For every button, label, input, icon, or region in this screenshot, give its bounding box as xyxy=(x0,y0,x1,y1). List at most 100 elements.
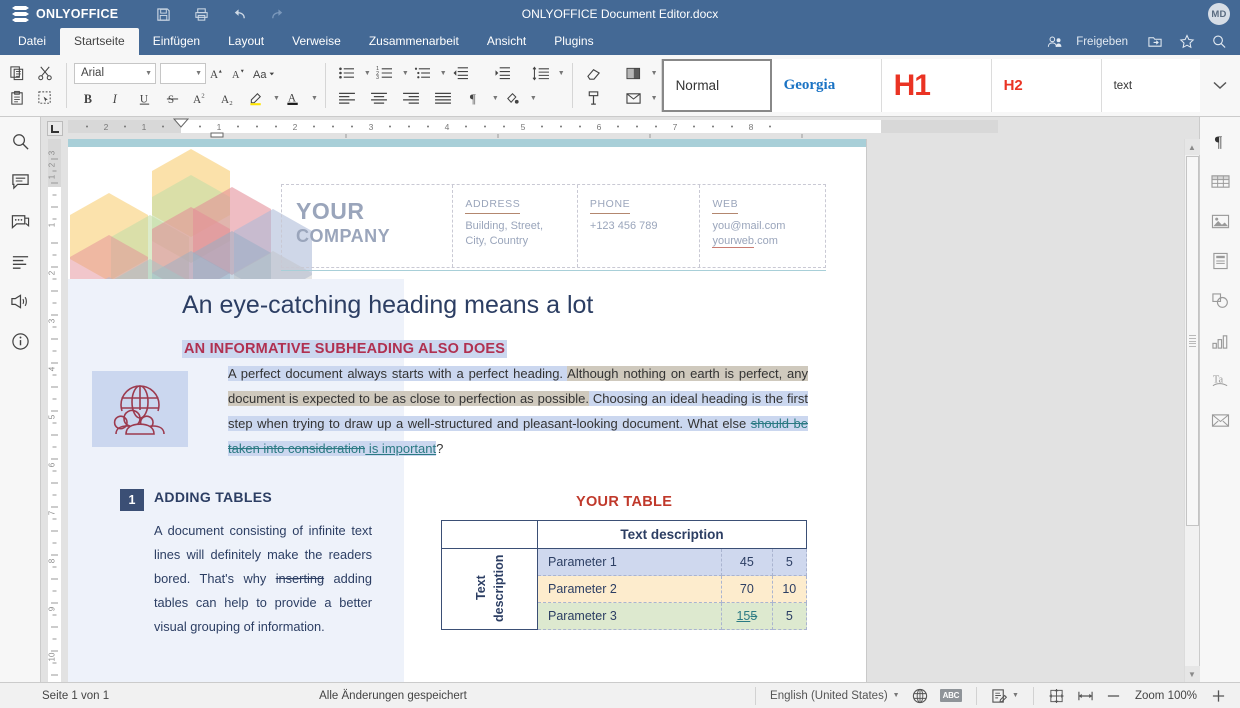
chevron-down-icon[interactable]: ▼ xyxy=(558,70,565,77)
mail-merge-icon[interactable] xyxy=(620,86,648,110)
chevron-down-icon[interactable]: ▼ xyxy=(364,70,371,77)
table-cell-param-1-v2[interactable]: 5 xyxy=(772,549,806,576)
tab-zusammenarbeit[interactable]: Zusammenarbeit xyxy=(355,28,473,55)
bullets-icon[interactable] xyxy=(333,61,361,85)
font-name-combo[interactable]: Arial ▼ xyxy=(74,63,156,84)
justify-icon[interactable] xyxy=(429,86,457,110)
chevron-down-icon[interactable]: ▼ xyxy=(492,95,499,102)
table-cell-param-1-v1[interactable]: 45 xyxy=(722,549,772,576)
sidebar-feedback[interactable] xyxy=(5,287,35,315)
subscript-icon[interactable]: A2 xyxy=(214,86,242,110)
table-cell-param-3-label[interactable]: Parameter 3 xyxy=(538,603,722,630)
document-page[interactable]: YOUR COMPANY ADDRESS Building, Street,Ci… xyxy=(68,139,866,682)
table-cell-param-2-v1[interactable]: 70 xyxy=(722,576,772,603)
chevron-down-icon[interactable]: ▼ xyxy=(273,95,280,102)
increase-font-icon[interactable]: A xyxy=(206,61,228,85)
settings-paragraph[interactable]: ¶ xyxy=(1205,127,1235,155)
table-cell-param-2-label[interactable]: Parameter 2 xyxy=(538,576,722,603)
avatar[interactable]: MD xyxy=(1208,3,1230,25)
page-number-status[interactable]: Seite 1 von 1 xyxy=(42,690,109,702)
cut-icon[interactable] xyxy=(31,61,59,85)
bold-icon[interactable]: B xyxy=(74,86,102,110)
settings-shape[interactable] xyxy=(1205,287,1235,315)
settings-header-footer[interactable] xyxy=(1205,247,1235,275)
save-button[interactable] xyxy=(146,0,180,28)
tab-ansicht[interactable]: Ansicht xyxy=(473,28,540,55)
scroll-down-arrow[interactable]: ▼ xyxy=(1185,666,1200,682)
share-users-icon[interactable] xyxy=(1040,28,1070,55)
table-cell-param-2-v2[interactable]: 10 xyxy=(772,576,806,603)
tab-plugins[interactable]: Plugins xyxy=(540,28,607,55)
sidebar-headings[interactable] xyxy=(5,247,35,275)
document-paragraph[interactable]: A perfect document always starts with a … xyxy=(228,361,808,461)
document-scroll-area[interactable]: YOUR COMPANY ADDRESS Building, Street,Ci… xyxy=(68,139,1184,682)
tab-startseite[interactable]: Startseite xyxy=(60,28,139,55)
format-painter-icon[interactable] xyxy=(31,86,59,110)
superscript-icon[interactable]: A2 xyxy=(186,86,214,110)
shading-icon[interactable] xyxy=(499,86,527,110)
style-text[interactable]: text xyxy=(1102,59,1212,112)
sidebar-about[interactable] xyxy=(5,327,35,355)
zoom-in-button[interactable] xyxy=(1205,683,1240,708)
sidebar-search[interactable] xyxy=(5,127,35,155)
chevron-down-icon[interactable]: ▼ xyxy=(651,95,658,102)
strikethrough-icon[interactable]: S xyxy=(158,86,186,110)
favorite-star-icon[interactable] xyxy=(1172,28,1202,55)
font-size-combo[interactable]: ▼ xyxy=(160,63,206,84)
sidebar-comments[interactable] xyxy=(5,167,35,195)
table-cell-param-3-v2[interactable]: 5 xyxy=(772,603,806,630)
document-subheading[interactable]: AN INFORMATIVE SUBHEADING ALSO DOES xyxy=(182,340,507,358)
print-button[interactable] xyxy=(184,0,218,28)
tab-datei[interactable]: Datei xyxy=(4,28,60,55)
chevron-down-icon[interactable]: ▼ xyxy=(311,95,318,102)
decrease-indent-icon[interactable] xyxy=(447,61,475,85)
settings-table[interactable] xyxy=(1205,167,1235,195)
numbering-icon[interactable]: 123 xyxy=(371,61,399,85)
redo-button[interactable] xyxy=(260,0,294,28)
data-table-title[interactable]: YOUR TABLE xyxy=(576,494,672,510)
settings-chart[interactable] xyxy=(1205,327,1235,355)
sidebar-chat[interactable] xyxy=(5,207,35,235)
table-cell-param-3-v1[interactable]: 155 xyxy=(722,603,772,630)
chevron-down-icon[interactable]: ▼ xyxy=(402,70,409,77)
section-title[interactable]: ADDING TABLES xyxy=(154,489,272,505)
horizontal-ruler[interactable]: 21 1. 23 45 67 8. xyxy=(68,117,1199,139)
open-location-icon[interactable] xyxy=(1140,28,1170,55)
scrollbar-thumb[interactable] xyxy=(1186,156,1199,526)
insert-text-icon[interactable] xyxy=(580,86,608,110)
style-normal[interactable]: Normal xyxy=(662,59,772,112)
clear-style-icon[interactable] xyxy=(580,61,608,85)
increase-indent-icon[interactable] xyxy=(489,61,517,85)
chevron-down-icon[interactable]: ▼ xyxy=(651,70,658,77)
vertical-ruler[interactable]: 3 2 1 1 2 3 4 5 6 7 8 9 10 xyxy=(41,139,68,682)
italic-icon[interactable]: I xyxy=(102,86,130,110)
zoom-level-label[interactable]: Zoom 100% xyxy=(1135,690,1197,702)
chevron-down-icon[interactable]: ▼ xyxy=(530,95,537,102)
tab-stop-selector[interactable] xyxy=(41,117,68,139)
columns-icon[interactable] xyxy=(620,61,648,85)
company-header-table[interactable]: YOUR COMPANY ADDRESS Building, Street,Ci… xyxy=(281,184,826,268)
style-georgia[interactable]: Georgia xyxy=(772,59,882,112)
paste-icon[interactable] xyxy=(3,86,31,110)
track-changes-button[interactable]: ▼ xyxy=(985,683,1025,708)
tab-layout[interactable]: Layout xyxy=(214,28,278,55)
spellcheck-button[interactable]: ABC xyxy=(934,683,968,708)
multilevel-icon[interactable] xyxy=(409,61,437,85)
table-column-header[interactable]: Text description xyxy=(538,521,807,549)
copy-icon[interactable] xyxy=(3,61,31,85)
data-table[interactable]: Text description Text description Parame… xyxy=(441,520,807,630)
line-spacing-icon[interactable] xyxy=(527,61,555,85)
share-label[interactable]: Freigeben xyxy=(1076,36,1128,48)
table-cell-param-1-label[interactable]: Parameter 1 xyxy=(538,549,722,576)
globe-people-icon-box[interactable] xyxy=(92,371,188,447)
settings-text-art[interactable]: Ta xyxy=(1205,367,1235,395)
table-corner-cell[interactable] xyxy=(442,521,538,549)
table-row-header[interactable]: Text description xyxy=(442,549,538,630)
undo-button[interactable] xyxy=(222,0,256,28)
fit-width-button[interactable] xyxy=(1071,683,1100,708)
decrease-font-icon[interactable]: A xyxy=(228,61,250,85)
search-icon[interactable] xyxy=(1204,28,1234,55)
settings-image[interactable] xyxy=(1205,207,1235,235)
scroll-up-arrow[interactable]: ▲ xyxy=(1185,139,1200,155)
tab-einfuegen[interactable]: Einfügen xyxy=(139,28,214,55)
